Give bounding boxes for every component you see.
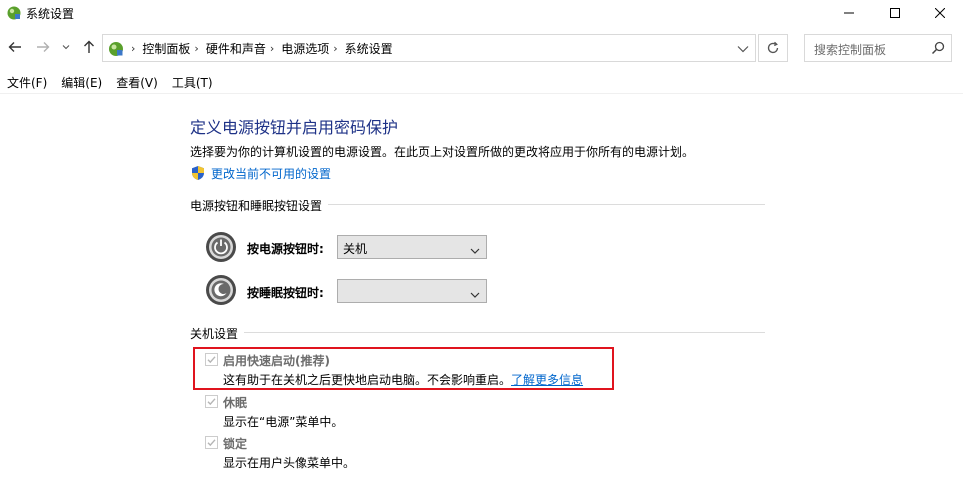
hibernate-description: 显示在“电源”菜单中。 (223, 415, 344, 429)
change-settings-link-group[interactable]: 更改当前不可用的设置 (190, 164, 331, 182)
learn-more-link[interactable]: 了解更多信息 (511, 373, 583, 387)
checkmark-icon (207, 356, 216, 364)
address-bar[interactable]: › 控制面板 › 硬件和声音 › 电源选项 › 系统设置 (102, 34, 756, 62)
menu-tools[interactable]: 工具(T) (165, 74, 220, 91)
search-input[interactable]: 搜索控制面板 (814, 41, 886, 58)
close-icon (935, 8, 945, 18)
chevron-down-icon (737, 46, 749, 53)
power-button-select-value: 关机 (343, 242, 368, 256)
maximize-icon (890, 8, 900, 18)
fast-startup-checkbox[interactable] (205, 353, 218, 366)
fast-startup-description: 这有助于在关机之后更快地启动电脑。不会影响重启。了解更多信息 (223, 373, 584, 387)
chevron-right-icon[interactable]: › (333, 42, 337, 55)
lock-checkbox[interactable] (205, 436, 218, 449)
window-title: 系统设置 (26, 7, 75, 21)
checkmark-icon (207, 398, 216, 406)
power-section-title: 电源按钮和睡眠按钮设置 (190, 197, 329, 214)
arrow-left-icon (8, 42, 21, 52)
fast-startup-label: 启用快速启动(推荐) (223, 354, 330, 368)
chevron-right-icon[interactable]: › (194, 42, 198, 55)
maximize-button[interactable] (872, 0, 918, 26)
sleep-button-select[interactable] (337, 279, 487, 303)
menu-edit[interactable]: 编辑(E) (54, 74, 109, 91)
lock-label: 锁定 (223, 437, 248, 451)
lock-description: 显示在用户头像菜单中。 (223, 456, 356, 470)
chevron-down-icon (62, 45, 70, 50)
chevron-right-icon: › (131, 41, 136, 55)
menu-file[interactable]: 文件(F) (0, 74, 54, 91)
arrow-right-icon (37, 42, 50, 52)
menu-view[interactable]: 查看(V) (109, 74, 165, 91)
power-button-select[interactable]: 关机 (337, 235, 487, 259)
up-button[interactable] (80, 38, 98, 56)
breadcrumb-item-control-panel[interactable]: 控制面板 (142, 40, 190, 57)
navigation-bar: › 控制面板 › 硬件和声音 › 电源选项 › 系统设置 搜索控制面板 (0, 30, 963, 66)
checkmark-icon (207, 439, 216, 447)
minimize-icon (844, 12, 854, 14)
breadcrumb-item-system-settings[interactable]: 系统设置 (345, 40, 393, 57)
back-button[interactable] (6, 38, 24, 56)
page-description: 选择要为你的计算机设置的电源设置。在此页上对设置所做的更改将应用于你所有的电源计… (190, 145, 695, 159)
chevron-right-icon[interactable]: › (270, 42, 274, 55)
address-dropdown-button[interactable] (737, 43, 749, 53)
control-panel-icon (6, 5, 22, 21)
hibernate-checkbox[interactable] (205, 395, 218, 408)
section-divider (190, 332, 765, 333)
page-title: 定义电源按钮并启用密码保护 (190, 118, 399, 137)
minimize-button[interactable] (826, 0, 872, 26)
arrow-up-icon (84, 40, 94, 53)
recent-locations-button[interactable] (60, 38, 72, 56)
breadcrumb: › 控制面板 › 硬件和声音 › 电源选项 › 系统设置 (127, 35, 393, 61)
hibernate-label: 休眠 (223, 396, 248, 410)
sleep-button-label: 按睡眠按钮时: (247, 286, 324, 300)
breadcrumb-item-hardware-sound[interactable]: 硬件和声音 (206, 40, 266, 57)
change-settings-link[interactable]: 更改当前不可用的设置 (211, 165, 331, 182)
search-icon[interactable] (931, 41, 945, 55)
sleep-button-icon (205, 274, 237, 306)
forward-button[interactable] (34, 38, 52, 56)
shutdown-section-title: 关机设置 (190, 325, 245, 342)
menu-bar: 文件(F) 编辑(E) 查看(V) 工具(T) (0, 72, 963, 94)
chevron-down-icon (470, 244, 480, 254)
control-panel-icon (107, 40, 125, 58)
power-button-label: 按电源按钮时: (247, 242, 324, 256)
chevron-down-icon (470, 288, 480, 298)
title-bar: 系统设置 (0, 0, 963, 26)
search-box[interactable]: 搜索控制面板 (804, 34, 952, 62)
refresh-button[interactable] (758, 34, 788, 62)
breadcrumb-item-power-options[interactable]: 电源选项 (281, 40, 329, 57)
close-button[interactable] (917, 0, 963, 26)
power-button-icon (205, 231, 237, 263)
refresh-icon (767, 41, 779, 54)
uac-shield-icon (190, 165, 206, 181)
